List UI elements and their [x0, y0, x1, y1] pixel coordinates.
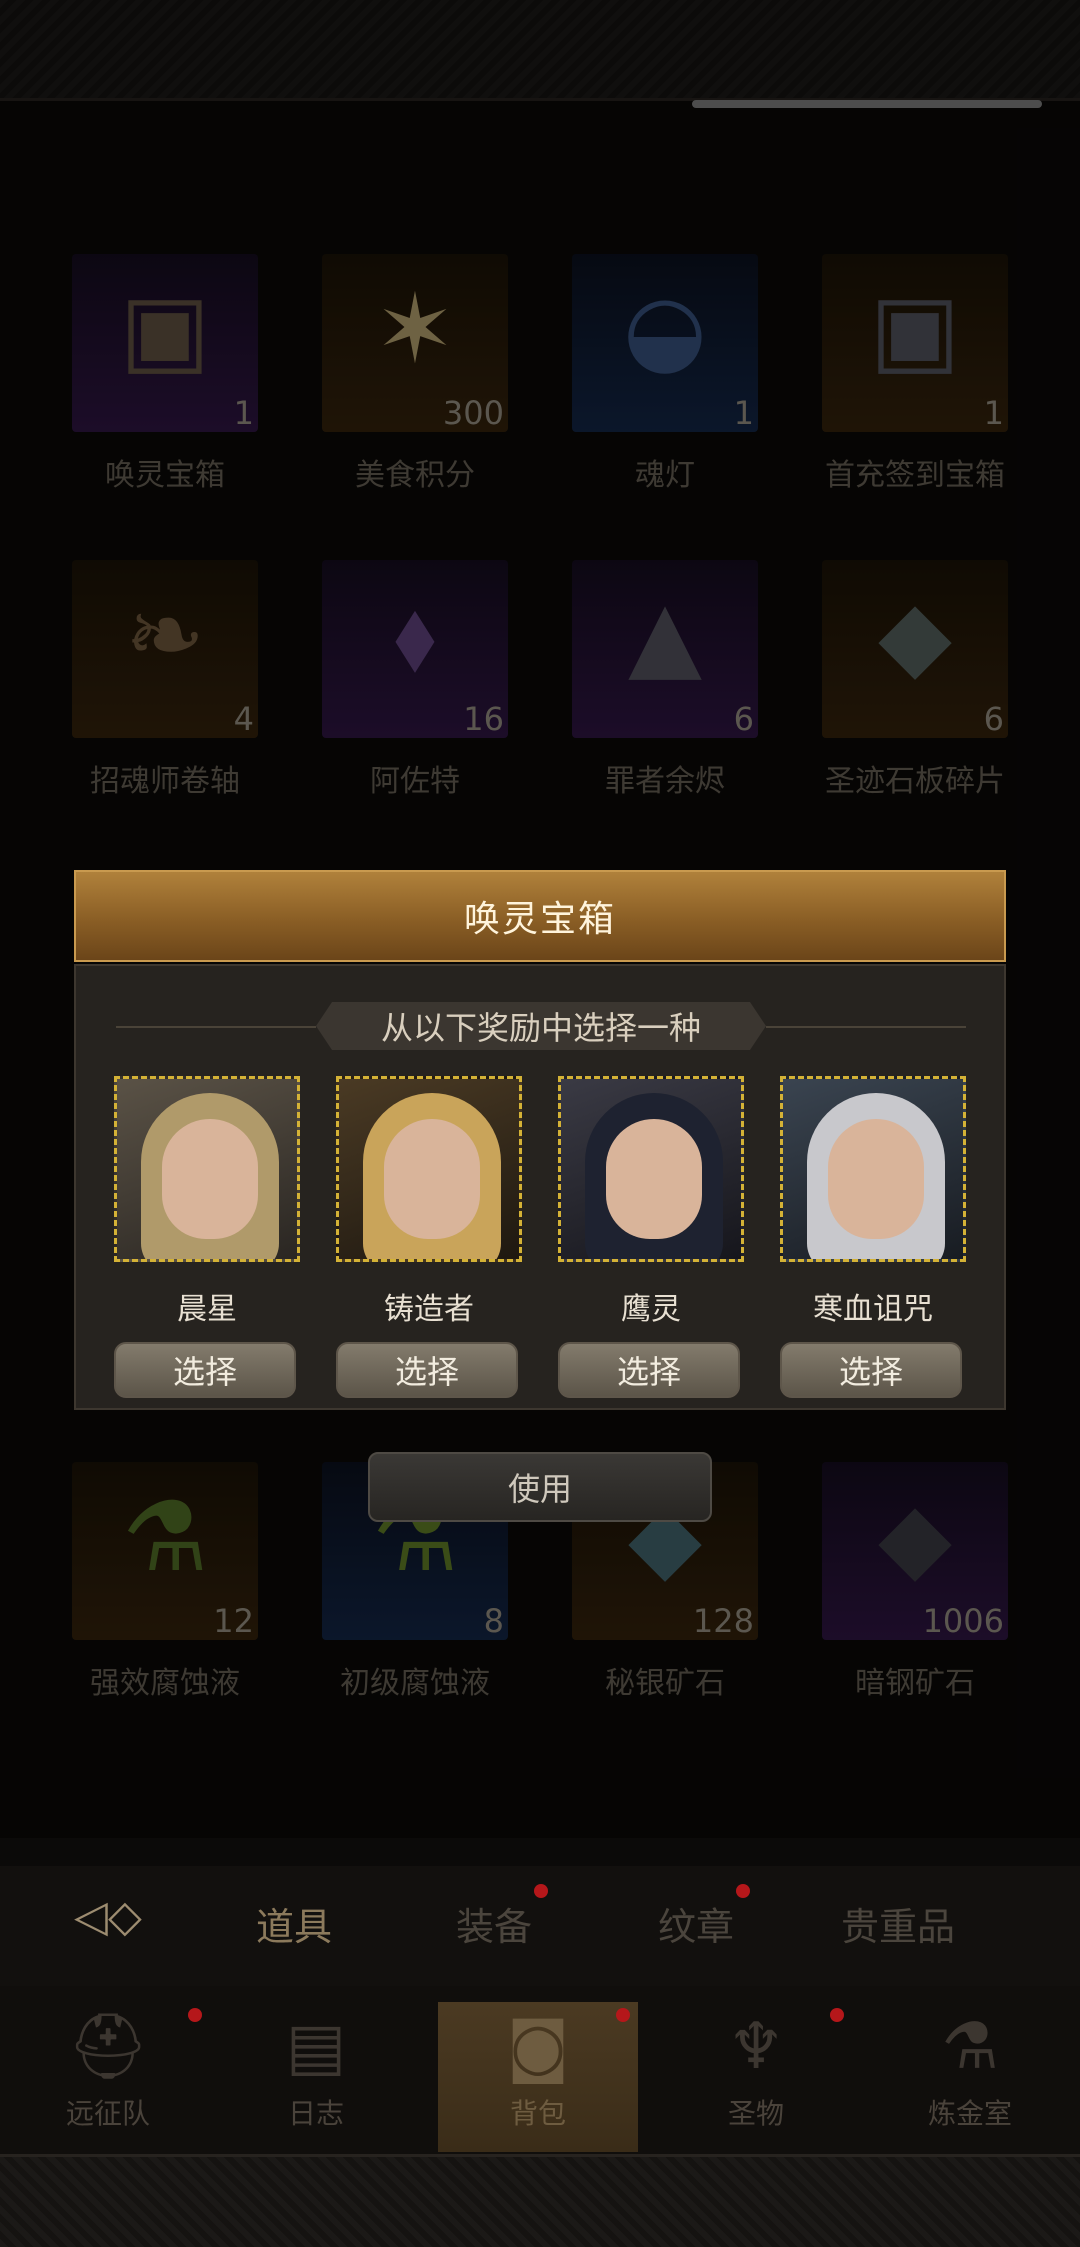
hero-face	[162, 1119, 258, 1239]
reward-choice: 鹰灵 选择	[558, 1076, 744, 1398]
notification-badge	[736, 1884, 750, 1898]
select-button[interactable]: 选择	[336, 1342, 518, 1398]
hero-portrait[interactable]	[336, 1076, 522, 1262]
nav-label: 圣物	[727, 2097, 784, 2130]
select-button[interactable]: 选择	[558, 1342, 740, 1398]
dialog-body: 从以下奖励中选择一种 晨星 选择 铸造者 选择 鹰灵 选择 寒血诅咒 选择	[74, 964, 1006, 1410]
select-button[interactable]: 选择	[114, 1342, 296, 1398]
hero-face	[384, 1119, 480, 1239]
nav-label: 背包	[509, 2097, 566, 2130]
notification-badge	[616, 2008, 630, 2022]
nav-alchemy[interactable]: ⚗ 炼金室	[870, 2002, 1070, 2152]
notification-badge	[534, 1884, 548, 1898]
reward-choice: 寒血诅咒 选择	[780, 1076, 966, 1398]
hero-name: 鹰灵	[621, 1292, 681, 1327]
hero-portrait[interactable]	[114, 1076, 300, 1262]
tab-crests[interactable]: 纹章	[606, 1896, 786, 1951]
reward-choice-dialog: 唤灵宝箱 从以下奖励中选择一种 晨星 选择 铸造者 选择 鹰灵 选择 寒血诅咒 …	[74, 870, 1006, 1410]
use-button[interactable]: 使用	[368, 1452, 712, 1522]
reward-choice: 铸造者 选择	[336, 1076, 522, 1398]
bottom-frame	[0, 2154, 1080, 2247]
hero-portrait[interactable]	[558, 1076, 744, 1262]
alchemy-icon: ⚗	[941, 2010, 999, 2084]
hero-portrait[interactable]	[780, 1076, 966, 1262]
torch-icon: ♆	[727, 2010, 785, 2084]
nav-journal[interactable]: ▤ 日志	[216, 2002, 416, 2152]
nav-relics[interactable]: ♆ 圣物	[656, 2002, 856, 2152]
nav-backpack[interactable]: ◙ 背包	[438, 2002, 638, 2152]
reward-choice: 晨星 选择	[114, 1076, 300, 1398]
select-button[interactable]: 选择	[780, 1342, 962, 1398]
nav-label: 远征队	[65, 2097, 150, 2130]
hero-name: 寒血诅咒	[813, 1292, 933, 1327]
tab-items[interactable]: 道具	[204, 1896, 384, 1951]
bag-icon: ◙	[506, 2010, 570, 2084]
tab-valuables[interactable]: 贵重品	[808, 1896, 988, 1951]
hero-name: 晨星	[177, 1292, 237, 1327]
nav-label: 日志	[287, 2097, 344, 2130]
divider	[116, 1026, 316, 1028]
nav-label: 炼金室	[927, 2097, 1012, 2130]
notification-badge	[830, 2008, 844, 2022]
back-arrow-icon[interactable]: ◁◇	[58, 1886, 158, 1946]
hero-name: 铸造者	[384, 1292, 474, 1327]
tab-equipment[interactable]: 装备	[404, 1896, 584, 1951]
hero-face	[606, 1119, 702, 1239]
dialog-subtitle: 从以下奖励中选择一种	[316, 1002, 766, 1050]
dialog-title: 唤灵宝箱	[74, 870, 1006, 962]
helmet-icon: ⛑	[67, 2010, 149, 2084]
nav-expedition[interactable]: ⛑ 远征队	[8, 2002, 208, 2152]
category-tab-bar: ◁◇ 道具 装备 纹章 贵重品	[0, 1866, 1080, 1986]
map-icon: ▤	[285, 2010, 347, 2084]
divider	[766, 1026, 966, 1028]
hero-face	[828, 1119, 924, 1239]
notification-badge	[188, 2008, 202, 2022]
